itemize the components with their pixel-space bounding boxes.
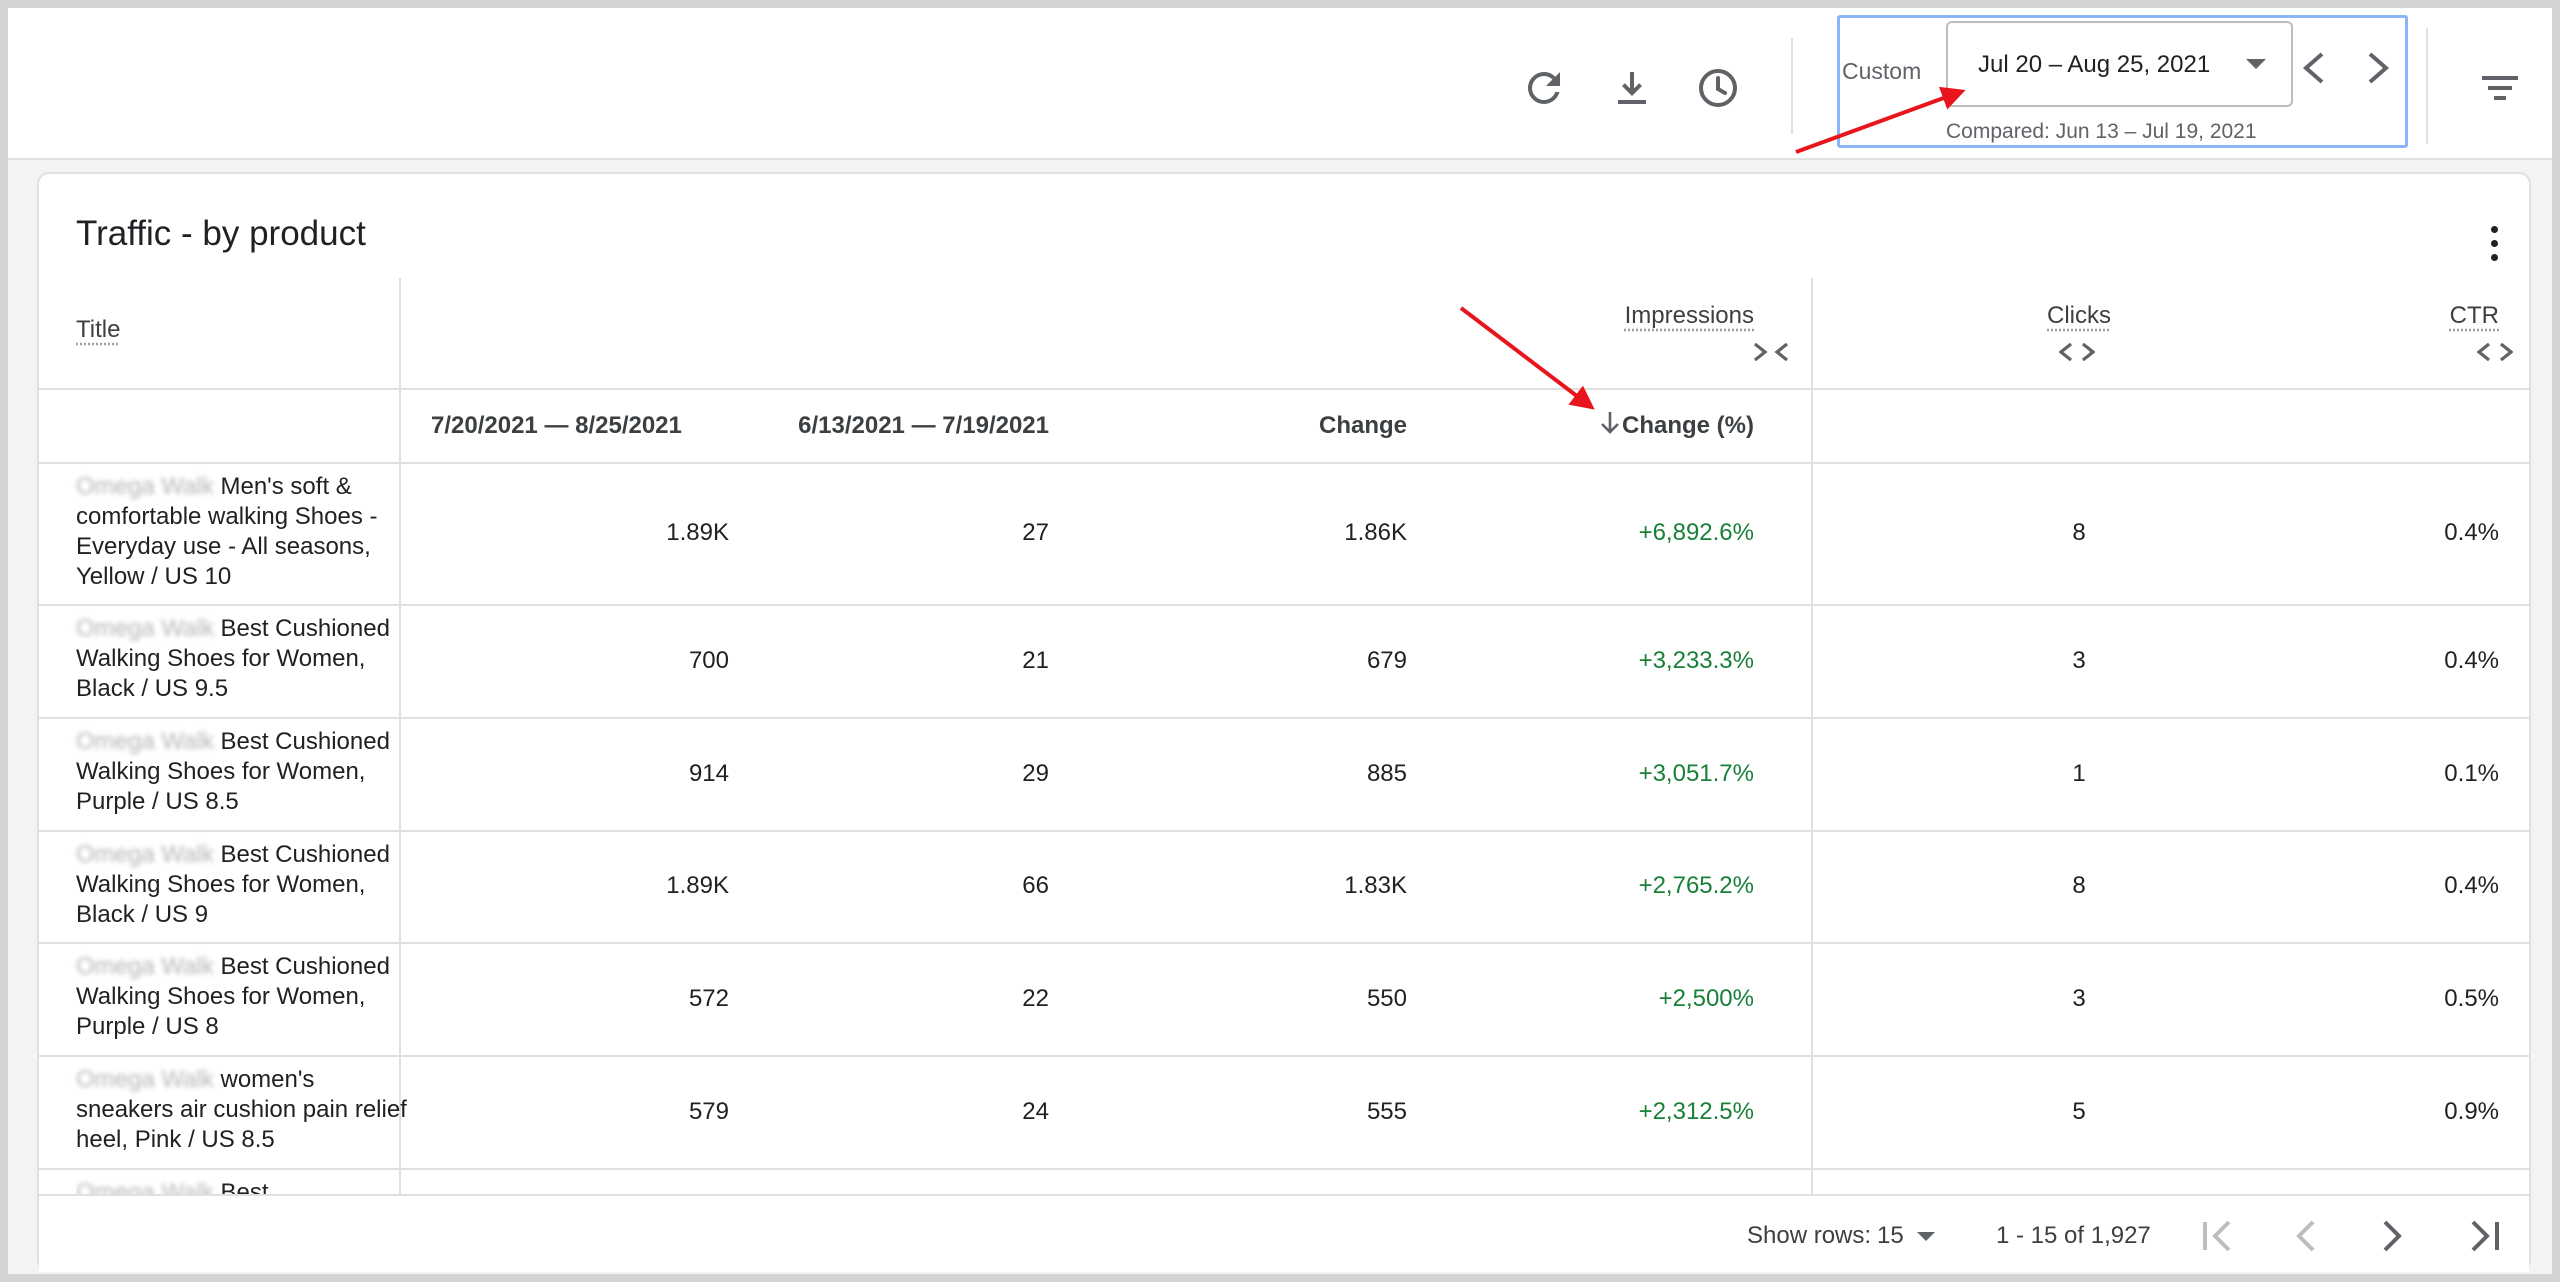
impressions-change: 1.86K <box>1344 519 1407 546</box>
column-header-clicks[interactable]: Clicks <box>1929 302 2229 330</box>
column-header-change-pct[interactable]: Change (%) <box>1539 412 1754 440</box>
clicks-value: 8 <box>2072 519 2086 546</box>
table-footer: Show rows: 15 1 - 15 of 1,927 <box>39 1194 2529 1272</box>
impressions-change-pct: +3,233.3% <box>1638 646 1754 674</box>
product-title[interactable]: Omega Walk Best Cushioned Walking Shoes … <box>76 840 416 930</box>
ctr-value: 0.5% <box>2444 984 2499 1012</box>
impressions-change: 550 <box>1366 984 1407 1012</box>
clicks-value: 3 <box>2072 646 2086 674</box>
filter-icon[interactable] <box>2482 74 2518 102</box>
caret-down-icon <box>2246 59 2266 69</box>
brand-name: Omega Walk <box>76 615 214 642</box>
column-header-title[interactable]: Title <box>76 316 120 344</box>
product-title[interactable]: Omega Walk Best Cushioned Walking Shoes … <box>76 952 416 1042</box>
rows-per-page-value: 15 <box>1877 1222 1904 1249</box>
date-range-select[interactable]: Jul 20 – Aug 25, 2021 <box>1946 21 2293 107</box>
impressions-change-pct: +6,892.6% <box>1638 519 1754 546</box>
product-title[interactable]: Omega Walk Best Cushioned Walking Shoes … <box>76 727 416 817</box>
pagination-range: 1 - 15 of 1,927 <box>1996 1222 2151 1249</box>
chevron-right-icon[interactable] <box>2364 50 2392 86</box>
column-header-impressions[interactable]: Impressions <box>1539 302 1754 330</box>
impressions-current: 914 <box>688 759 729 787</box>
brand-name: Omega Walk <box>76 953 214 980</box>
column-header-change[interactable]: Change <box>1239 412 1407 440</box>
header-divider <box>39 388 2529 390</box>
clicks-value: 8 <box>2072 872 2086 899</box>
next-page-icon[interactable] <box>2371 1216 2411 1256</box>
brand-name: Omega Walk <box>76 473 214 500</box>
product-title[interactable]: Omega Walk Best Cushioned Walking Shoes … <box>76 614 416 704</box>
row-divider <box>39 717 2529 719</box>
impressions-previous: 27 <box>1022 519 1049 546</box>
expand-icon[interactable] <box>2059 340 2095 364</box>
impressions-change-pct: +2,312.5% <box>1638 1097 1754 1125</box>
impressions-previous: 24 <box>1022 1097 1049 1125</box>
date-range-value: Jul 20 – Aug 25, 2021 <box>1978 51 2211 78</box>
last-page-icon[interactable] <box>2463 1216 2503 1256</box>
rows-per-page-select[interactable]: 15 <box>1877 1216 1947 1256</box>
column-header-current-period[interactable]: 7/20/2021 — 8/25/2021 <box>431 412 682 440</box>
impressions-current: 700 <box>688 646 729 674</box>
brand-name: Omega Walk <box>76 841 214 868</box>
impressions-previous: 29 <box>1022 759 1049 787</box>
footer-divider <box>39 1194 2529 1196</box>
ctr-value: 0.4% <box>2444 646 2499 674</box>
row-divider <box>39 830 2529 832</box>
show-rows-label: Show rows: <box>1747 1222 1872 1249</box>
row-divider <box>39 942 2529 944</box>
caret-down-icon <box>1917 1232 1935 1241</box>
impressions-change-pct: +2,765.2% <box>1638 872 1754 899</box>
impressions-change-pct: +2,500% <box>1658 984 1754 1012</box>
download-icon[interactable] <box>1608 64 1656 112</box>
more-vert-icon[interactable] <box>2489 224 2499 264</box>
compared-range-text: Compared: Jun 13 – Jul 19, 2021 <box>1946 120 2257 143</box>
impressions-change: 885 <box>1366 759 1407 787</box>
product-title[interactable]: Omega Walk women's sneakers air cushion … <box>76 1065 416 1155</box>
impressions-change: 555 <box>1366 1097 1407 1125</box>
impressions-current: 1.89K <box>666 519 729 546</box>
date-range-mode-label: Custom <box>1842 58 1922 84</box>
impressions-change: 1.83K <box>1344 872 1407 899</box>
column-header-ctr[interactable]: CTR <box>2329 302 2499 330</box>
header-divider <box>39 462 2529 464</box>
impressions-change-pct: +3,051.7% <box>1638 759 1754 787</box>
first-page-icon[interactable] <box>2199 1216 2239 1256</box>
row-divider <box>39 1168 2529 1170</box>
row-divider <box>39 1055 2529 1057</box>
brand-name: Omega Walk <box>76 728 214 755</box>
toolbar: Custom Jul 20 – Aug 25, 2021 Compared: J… <box>8 8 2552 160</box>
toolbar-divider <box>1791 38 1793 134</box>
card-title: Traffic - by product <box>76 214 366 253</box>
clicks-value: 1 <box>2072 759 2086 787</box>
impressions-previous: 66 <box>1022 872 1049 899</box>
app-frame: Custom Jul 20 – Aug 25, 2021 Compared: J… <box>0 0 2560 1282</box>
clicks-value: 3 <box>2072 984 2086 1012</box>
ctr-value: 0.4% <box>2444 872 2499 899</box>
toolbar-divider <box>2426 28 2428 144</box>
previous-page-icon[interactable] <box>2287 1216 2327 1256</box>
refresh-icon[interactable] <box>1520 64 1568 112</box>
expand-icon[interactable] <box>2477 340 2513 364</box>
column-header-previous-period[interactable]: 6/13/2021 — 7/19/2021 <box>729 412 1049 440</box>
impressions-current: 572 <box>688 984 729 1012</box>
impressions-current: 1.89K <box>666 872 729 899</box>
impressions-previous: 21 <box>1022 646 1049 674</box>
ctr-value: 0.4% <box>2444 519 2499 546</box>
clicks-value: 5 <box>2072 1097 2086 1125</box>
brand-name: Omega Walk <box>76 1066 214 1093</box>
history-icon[interactable] <box>1694 64 1742 112</box>
collapse-icon[interactable] <box>1753 340 1789 364</box>
chevron-left-icon[interactable] <box>2300 50 2328 86</box>
traffic-card: Traffic - by product Title Impressions C… <box>37 172 2531 1272</box>
product-title[interactable]: Omega Walk Men's soft & comfortable walk… <box>76 472 416 592</box>
ctr-value: 0.9% <box>2444 1097 2499 1125</box>
impressions-current: 579 <box>688 1097 729 1125</box>
impressions-previous: 22 <box>1022 984 1049 1012</box>
impressions-change: 679 <box>1366 646 1407 674</box>
ctr-value: 0.1% <box>2444 759 2499 787</box>
row-divider <box>39 604 2529 606</box>
